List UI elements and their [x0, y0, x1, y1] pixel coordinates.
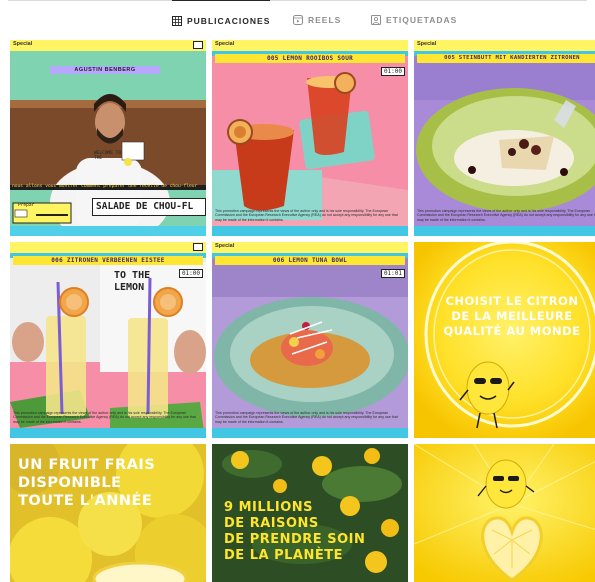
eu-disclaimer: This promotion campaign represents the v…: [215, 410, 398, 424]
welcome-sign: TO THE LEMON: [114, 270, 151, 293]
headline-line: CHOISIT LE CITRON: [445, 294, 579, 308]
eu-disclaimer: This promotion campaign represents the v…: [417, 208, 595, 222]
post-4[interactable]: 006 ZITRONEN VERBEENEN EISTEE 01:00 TO T…: [10, 242, 206, 438]
welcome-sign: WELCOME TO THE: [94, 151, 122, 161]
post-5-image: [212, 242, 408, 438]
post-9-image: [414, 444, 595, 582]
dish-title: SALADE DE CHOU-FL: [92, 198, 206, 216]
headline-line: DE RAISONS: [224, 516, 319, 531]
post-header-band: [212, 242, 408, 253]
post-3-image: [414, 40, 595, 236]
special-label: Special: [215, 41, 235, 47]
headline-line: DE LA MEILLEURE: [451, 309, 573, 323]
headline-line: DE PRENDRE SOIN: [224, 532, 366, 547]
eu-disclaimer: This promotion campaign represents the v…: [215, 208, 398, 222]
headline-line: QUALITÉ AU MONDE: [443, 324, 581, 338]
headline-line: UN FRUIT FRAIS: [18, 457, 156, 473]
recipe-title: 006 ZITRONEN VERBEENEN EISTEE: [13, 256, 203, 265]
timer: 01:00: [380, 67, 405, 76]
tab-etiquetadas[interactable]: ETIQUETADAS: [371, 0, 457, 40]
subtitle-caption: nous allons vous montrer comment prépare…: [12, 184, 198, 189]
headline-line: TOUTE L'ANNÉE: [18, 493, 153, 509]
rec-badge-icon: [193, 243, 203, 251]
recipe-title: 005 LEMON ROOIBOS SOUR: [215, 54, 405, 63]
tab-publicaciones[interactable]: PUBLICACIONES: [172, 0, 271, 40]
timer: 01:01: [380, 269, 405, 278]
post-7[interactable]: UN FRUIT FRAIS DISPONIBLE TOUTE L'ANNÉE: [10, 444, 206, 582]
post-5[interactable]: Special 006 LEMON TUNA BOWL 01:01 This p…: [212, 242, 408, 438]
headline: UN FRUIT FRAIS DISPONIBLE TOUTE L'ANNÉE: [18, 456, 155, 510]
post-2-image: [212, 40, 408, 236]
recipe-title: 005 STEINBUTT MIT KANDIERTEN ZITRONEN: [417, 54, 595, 63]
rec-badge-icon: [193, 41, 203, 49]
tagged-icon: [371, 15, 381, 25]
headline-line: DISPONIBLE: [18, 475, 122, 491]
post-3[interactable]: Special 005 STEINBUTT MIT KANDIERTEN ZIT…: [414, 40, 595, 236]
special-label: Special: [215, 243, 235, 249]
post-8[interactable]: 9 MILLIONS DE RAISONS DE PRENDRE SOIN DE…: [212, 444, 408, 582]
special-label: Special: [417, 41, 437, 47]
tab-label: PUBLICACIONES: [187, 15, 271, 26]
reels-icon: [293, 15, 303, 25]
recipe-title: 006 LEMON TUNA BOWL: [215, 256, 405, 265]
headline-line: 9 MILLIONS: [224, 500, 314, 515]
timer: 01:00: [178, 269, 203, 278]
post-header-band: [10, 242, 206, 253]
prepare-label: Prepar: [18, 203, 35, 208]
post-1[interactable]: Special AGUSTIN BENBERG WELCOME TO THE n…: [10, 40, 206, 236]
headline: CHOISIT LE CITRON DE LA MEILLEURE QUALIT…: [414, 294, 595, 339]
profile-tabs: PUBLICACIONES REELS ETIQUETADAS: [0, 0, 595, 40]
post-header-band: [212, 40, 408, 51]
post-6-image: [414, 242, 595, 438]
chef-name: AGUSTIN BENBERG: [50, 66, 160, 74]
post-6[interactable]: CHOISIT LE CITRON DE LA MEILLEURE QUALIT…: [414, 242, 595, 438]
post-2[interactable]: Special 005 LEMON ROOIBOS SOUR 01:00 Thi…: [212, 40, 408, 236]
post-header-band: [414, 40, 595, 51]
tab-label: REELS: [308, 15, 342, 25]
headline: 9 MILLIONS DE RAISONS DE PRENDRE SOIN DE…: [224, 500, 365, 564]
headline-line: DE LA PLANÈTE: [224, 548, 343, 563]
grid-icon: [172, 15, 182, 26]
post-9[interactable]: [414, 444, 595, 582]
special-label: Special: [13, 41, 33, 47]
post-header-band: [10, 40, 206, 51]
post-4-image: [10, 242, 206, 438]
eu-disclaimer: This promotion campaign represents the v…: [13, 410, 196, 424]
tab-reels[interactable]: REELS: [293, 0, 341, 40]
tab-label: ETIQUETADAS: [386, 15, 458, 25]
